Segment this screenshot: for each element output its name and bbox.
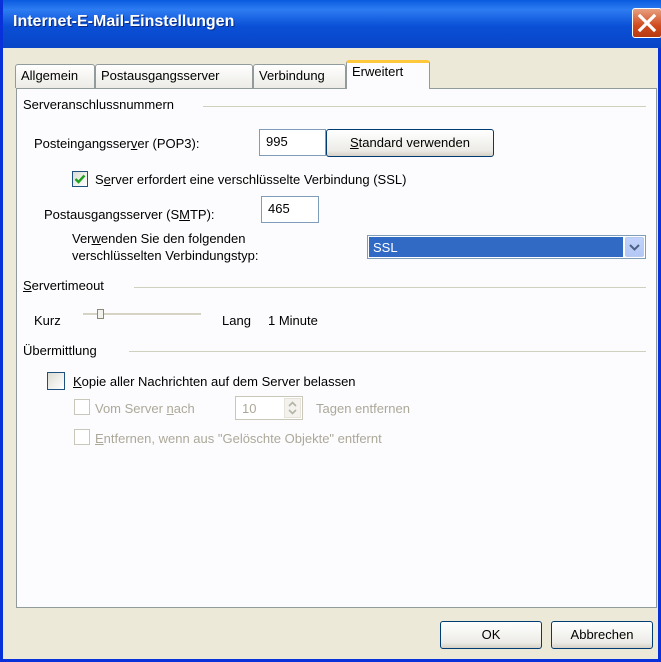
timeout-value: 1 Minute	[268, 313, 318, 328]
conn-type-label-line2: verschlüsselten Verbindungstyp:	[72, 248, 259, 263]
close-button[interactable]	[632, 8, 661, 38]
group-divider	[203, 106, 646, 107]
tab-label: Allgemein	[21, 68, 79, 83]
close-icon	[637, 13, 657, 33]
conn-type-label-line1: Verwenden Sie den folgenden	[72, 231, 246, 246]
ssl-checkbox[interactable]	[72, 171, 88, 187]
pop3-port-input[interactable]: 995	[259, 129, 326, 156]
tab-label: Postausgangsserver	[101, 68, 220, 83]
spinner-arrows-icon	[288, 401, 297, 415]
dialog-window: Internet-E-Mail-Einstellungen Allgemein …	[0, 0, 661, 662]
ssl-checkbox-label: Server erfordert eine verschlüsselte Ver…	[95, 172, 407, 187]
group-title-timeout: Servertimeout	[23, 278, 104, 293]
title-bar: Internet-E-Mail-Einstellungen	[3, 0, 661, 48]
slider-thumb[interactable]	[97, 309, 104, 319]
use-default-button[interactable]: Standard verwenden	[326, 129, 494, 157]
cancel-button[interactable]: Abbrechen	[551, 621, 653, 649]
timeout-short-label: Kurz	[34, 313, 61, 328]
timeout-slider[interactable]	[83, 309, 201, 321]
tab-postausgangsserver[interactable]: Postausgangsserver	[95, 64, 253, 88]
group-title-delivery: Übermittlung	[23, 343, 97, 358]
remove-days-suffix: Tagen entfernen	[316, 401, 410, 416]
connection-type-value: SSL	[369, 237, 623, 257]
smtp-label: Postausgangsserver (SMTP):	[44, 207, 215, 222]
dropdown-arrow-button[interactable]	[625, 237, 644, 257]
remove-deleted-checkbox[interactable]	[74, 429, 90, 445]
tab-label: Verbindung	[259, 68, 325, 83]
keep-copy-checkbox[interactable]	[47, 372, 65, 390]
smtp-port-input[interactable]: 465	[261, 196, 319, 223]
group-title-server-ports: Serveranschlussnummern	[23, 97, 175, 112]
remove-deleted-label: Entfernen, wenn aus "Gelöschte Objekte" …	[95, 431, 382, 446]
remove-after-label: Vom Server nach	[95, 401, 195, 416]
timeout-long-label: Lang	[222, 313, 251, 328]
remove-days-value: 10	[242, 401, 257, 416]
chevron-down-icon	[629, 244, 640, 251]
tab-verbindung[interactable]: Verbindung	[253, 64, 346, 88]
window-title: Internet-E-Mail-Einstellungen	[13, 13, 235, 30]
connection-type-select[interactable]: SSL	[367, 235, 646, 259]
checkmark-icon	[74, 174, 86, 184]
tab-allgemein[interactable]: Allgemein	[15, 64, 95, 88]
remove-after-checkbox[interactable]	[74, 399, 90, 415]
ok-button[interactable]: OK	[440, 621, 542, 649]
keep-copy-label: Kopie aller Nachrichten auf dem Server b…	[73, 374, 356, 389]
spinner-buttons[interactable]	[284, 398, 301, 418]
pop3-label: Posteingangsserver (POP3):	[34, 136, 200, 151]
tab-label: Erweitert	[352, 64, 404, 79]
tab-erweitert[interactable]: Erweitert	[346, 60, 430, 89]
group-divider	[134, 287, 646, 288]
group-divider	[129, 351, 646, 352]
tab-panel-erweitert: Serveranschlussnummern Posteingangsserve…	[16, 88, 657, 608]
remove-days-spinner[interactable]: 10	[235, 396, 303, 420]
